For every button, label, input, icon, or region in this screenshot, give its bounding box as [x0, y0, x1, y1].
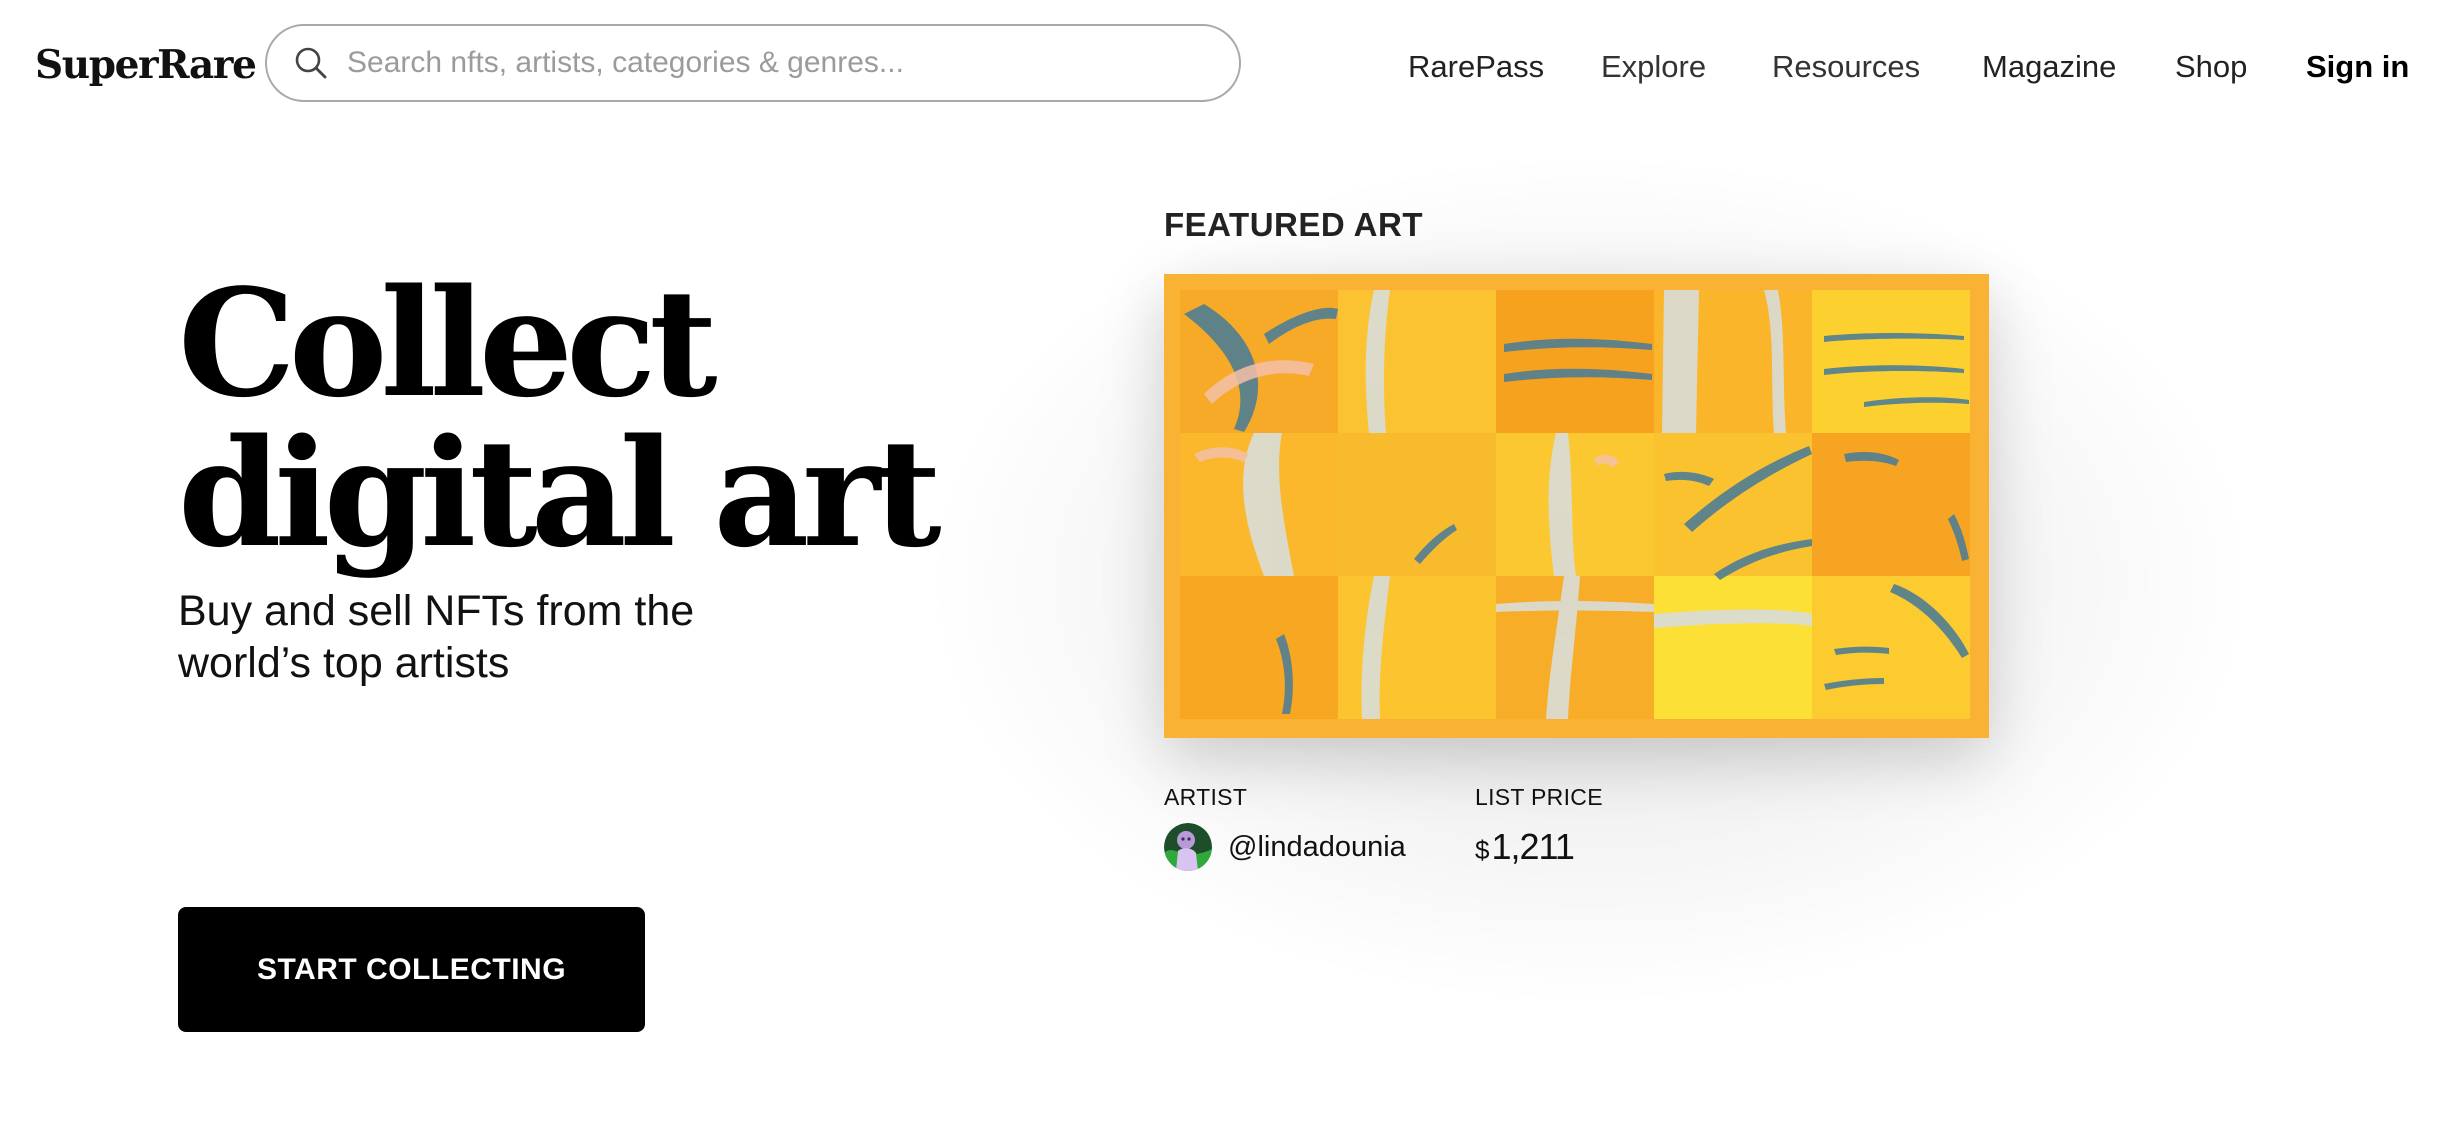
price-amount: 1,211: [1491, 826, 1574, 867]
hero-title-line-1: Collect: [178, 256, 718, 430]
nav-magazine[interactable]: Magazine: [1982, 42, 2116, 92]
list-price-label: LIST PRICE: [1475, 784, 1603, 810]
featured-artwork-image: [1164, 274, 1989, 738]
hero-title-line-2: digital art: [178, 406, 942, 580]
start-collecting-button[interactable]: START COLLECTING: [178, 907, 645, 1032]
featured-artwork[interactable]: [1164, 274, 1989, 738]
nav-explore[interactable]: Explore: [1601, 42, 1706, 92]
hero-subtitle: Buy and sell NFTs from the world’s top a…: [178, 587, 695, 687]
sign-in-link[interactable]: Sign in: [2306, 42, 2409, 92]
nav-resources[interactable]: Resources: [1772, 42, 1920, 92]
list-price: $ 1,211: [1475, 822, 1575, 872]
price-currency: $: [1475, 835, 1490, 865]
nav-rarepass[interactable]: RarePass: [1408, 42, 1544, 92]
artist-handle[interactable]: @lindadounia: [1228, 831, 1406, 864]
top-nav: RarePass Explore Resources Magazine Shop…: [0, 42, 2450, 92]
artist-info[interactable]: @lindadounia: [1164, 822, 1406, 872]
artist-label: ARTIST: [1164, 784, 1248, 810]
nav-shop[interactable]: Shop: [2175, 42, 2247, 92]
artist-avatar[interactable]: [1164, 823, 1212, 871]
featured-art-label: FEATURED ART: [1164, 206, 1423, 243]
hero-title: Collect digital art: [178, 256, 942, 580]
